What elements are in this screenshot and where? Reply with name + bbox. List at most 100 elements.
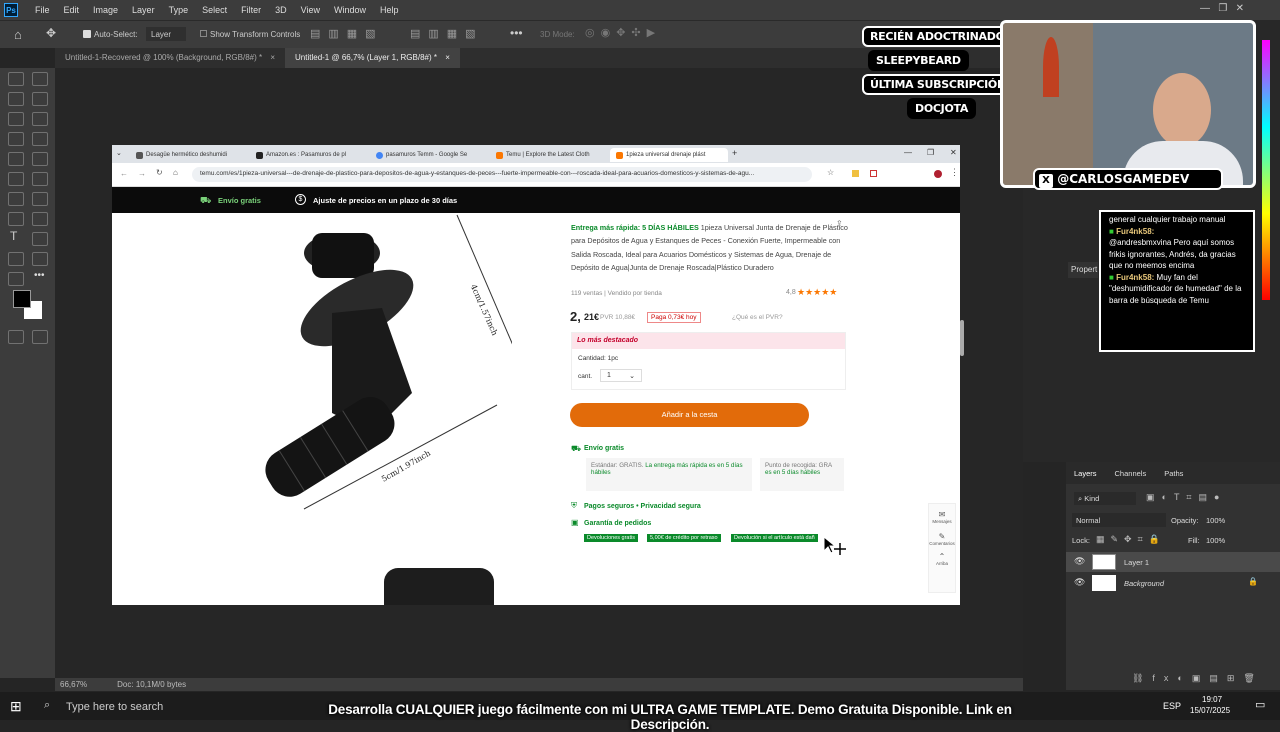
side-comments-label[interactable]: Comentarios (929, 541, 955, 546)
browser-window-layer[interactable]: ⌄ Desagüe hermético deshumidi Amazon.es … (112, 145, 960, 605)
bookmark-star-icon[interactable]: ☆ (827, 168, 834, 177)
banner-price-adjust[interactable]: Ajuste de precios en un plazo de 30 días (313, 196, 457, 205)
healing-icon[interactable] (32, 132, 48, 146)
rating-stars[interactable]: ★★★★★ (797, 287, 837, 298)
opacity-value[interactable]: 100% (1206, 516, 1225, 525)
tab-untitled-recovered[interactable]: Untitled-1-Recovered @ 100% (Background,… (55, 48, 285, 68)
screen-mode-icon[interactable] (32, 330, 48, 344)
3d-tools-icons[interactable]: ◎◉✥✣▶ (585, 26, 661, 39)
menu-view[interactable]: View (294, 5, 327, 15)
thumbnail-image[interactable] (384, 568, 494, 605)
pay-today-badge[interactable]: Paga 0,73€ hoy (647, 312, 701, 323)
secure-payments-link[interactable]: Pagos seguros • Privacidad segura (584, 503, 701, 510)
layer-row-background[interactable]: 👁 Background 🔒 (1066, 573, 1280, 593)
close-tab-icon[interactable]: × (270, 53, 275, 62)
menu-type[interactable]: Type (162, 5, 196, 15)
side-top-label[interactable]: Arriba (929, 561, 955, 566)
side-messages-label[interactable]: Mensajes (929, 519, 955, 524)
pvr-question[interactable]: ¿Qué es el PVR? (732, 314, 783, 321)
kind-filter[interactable]: ⌕ Kind (1074, 492, 1136, 505)
product-image[interactable] (262, 213, 512, 533)
url-input[interactable]: temu.com/es/1pieza-universal---de-drenaj… (192, 167, 812, 182)
messages-icon[interactable]: ✉ (929, 510, 955, 519)
search-icon[interactable]: ⌕ (44, 699, 50, 712)
forward-icon[interactable]: → (138, 169, 146, 178)
profile-avatar[interactable] (934, 170, 942, 178)
distribute-icons[interactable]: ▤▥▦▧ (410, 27, 484, 40)
banner-shipping[interactable]: Envío gratis (218, 196, 261, 205)
browser-close-icon[interactable]: ✕ (950, 148, 957, 157)
home-icon[interactable]: ⌂ (14, 27, 22, 42)
close-tab-icon[interactable]: × (445, 53, 450, 62)
tab-paths[interactable]: Paths (1164, 469, 1183, 478)
menu-edit[interactable]: Edit (57, 5, 87, 15)
order-guarantee-link[interactable]: Garantía de pedidos (584, 520, 651, 527)
browser-tab-active[interactable]: 1pieza universal drenaje plást (610, 148, 728, 162)
quick-mask-icon[interactable] (8, 330, 24, 344)
layer-name[interactable]: Layer 1 (1124, 558, 1149, 567)
menu-3d[interactable]: 3D (268, 5, 294, 15)
maximize-icon[interactable]: ❐ (1218, 3, 1227, 14)
gradient-icon[interactable] (8, 192, 24, 206)
fill-value[interactable]: 100% (1206, 536, 1225, 545)
visibility-eye-icon[interactable]: 👁 (1074, 577, 1085, 588)
pen-icon[interactable] (32, 212, 48, 226)
language-indicator[interactable]: ESP (1163, 701, 1181, 711)
marquee-tool-icon[interactable] (32, 72, 48, 86)
filter-icons[interactable]: ▣◐T⌗▤● (1146, 492, 1226, 503)
foreground-color-swatch[interactable] (13, 290, 31, 308)
properties-tab[interactable]: Propert (1068, 262, 1098, 278)
clock-date[interactable]: 15/07/2025 (1190, 706, 1230, 715)
pickup-card[interactable]: Punto de recogida: GRA es en 5 días hábi… (760, 458, 844, 491)
menu-window[interactable]: Window (327, 5, 373, 15)
more-tools-icon[interactable]: ••• (34, 270, 45, 281)
tab-untitled-1[interactable]: Untitled-1 @ 66,7% (Layer 1, RGB/8#) * × (285, 48, 460, 68)
up-arrow-icon[interactable]: ⌃ (929, 552, 955, 561)
menu-select[interactable]: Select (195, 5, 234, 15)
type-tool-icon[interactable]: T (10, 229, 17, 243)
comments-icon[interactable]: ✎ (929, 532, 955, 541)
crop-tool-icon[interactable] (8, 112, 24, 126)
close-window-icon[interactable]: ✕ (1236, 3, 1244, 14)
browser-minimize-icon[interactable]: — (904, 148, 912, 157)
show-transform-checkbox[interactable] (200, 30, 207, 37)
browser-tab[interactable]: pasamuros Temm - Google Se (370, 148, 488, 162)
tab-layers[interactable]: Layers (1074, 469, 1097, 478)
blur-icon[interactable] (32, 192, 48, 206)
frame-tool-icon[interactable] (32, 112, 48, 126)
zoom-level[interactable]: 66,67% (60, 680, 87, 689)
more-options-icon[interactable]: ••• (510, 26, 523, 40)
auto-select-checkbox[interactable] (83, 30, 91, 38)
dodge-icon[interactable] (8, 212, 24, 226)
free-shipping-link[interactable]: Envío gratis (584, 445, 624, 452)
add-to-cart-button[interactable]: Añadir a la cesta (570, 403, 809, 427)
menu-file[interactable]: File (28, 5, 57, 15)
home-browser-icon[interactable]: ⌂ (173, 168, 178, 177)
minimize-icon[interactable]: — (1200, 3, 1210, 14)
new-tab-icon[interactable]: + (732, 148, 737, 158)
extension-icon[interactable] (870, 170, 877, 177)
clock-time[interactable]: 19:07 (1202, 695, 1222, 704)
taskbar-search-input[interactable]: Type here to search (66, 701, 163, 713)
eraser-icon[interactable] (32, 172, 48, 186)
eyedropper-icon[interactable] (8, 132, 24, 146)
menu-image[interactable]: Image (86, 5, 125, 15)
layer-row-layer1[interactable]: 👁 Layer 1 (1066, 552, 1280, 572)
menu-help[interactable]: Help (373, 5, 406, 15)
tab-search-icon[interactable]: ⌄ (116, 149, 122, 157)
standard-shipping-card[interactable]: Estándar: GRATIS. La entrega más rápida … (586, 458, 752, 491)
path-select-icon[interactable] (32, 232, 48, 246)
layer-select[interactable]: Layer (146, 27, 186, 41)
move-tool-icon[interactable]: ✥ (46, 26, 56, 40)
share-icon[interactable]: ⇪ (836, 219, 843, 228)
menu-filter[interactable]: Filter (234, 5, 268, 15)
lock-icons[interactable]: ▦✎✥⌗🔒 (1096, 534, 1166, 545)
blend-mode-select[interactable]: Normal (1072, 513, 1166, 527)
history-brush-icon[interactable] (8, 172, 24, 186)
notification-icon[interactable]: ▭ (1255, 698, 1265, 711)
browser-tab[interactable]: Amazon.es : Pasamuros de pl (250, 148, 368, 162)
magic-wand-icon[interactable] (32, 92, 48, 106)
move-tool-icon[interactable] (8, 72, 24, 86)
quantity-select[interactable]: 1 ⌄ (600, 369, 642, 382)
browser-tab[interactable]: Desagüe hermético deshumidi (130, 148, 248, 162)
